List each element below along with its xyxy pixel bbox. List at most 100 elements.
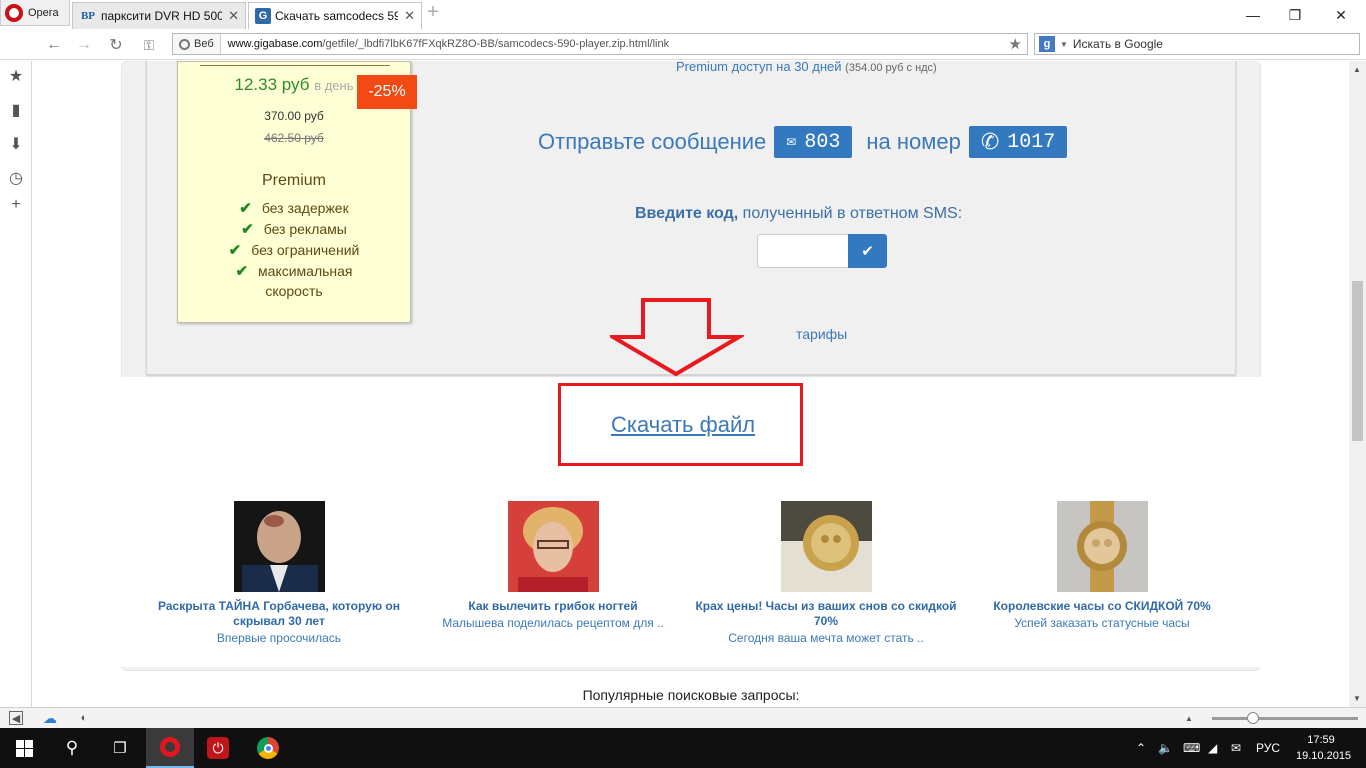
enter-code-label: Введите код, полученный в ответном SMS: (635, 205, 962, 223)
ad-item[interactable]: Раскрыта ТАЙНА Горбачева, которую он скр… (144, 501, 414, 646)
notes-icon[interactable]: ▮ (7, 101, 25, 119)
turbo-gauge-icon[interactable]: ◐ (77, 711, 91, 725)
url-host: www.gigabase.com (227, 38, 323, 50)
page-viewport: 12.33 руб в день 370.00 руб 462.50 руб P… (33, 61, 1349, 707)
scroll-up-icon[interactable]: ▲ (1353, 65, 1361, 74)
chrome-icon (257, 737, 279, 759)
short-number: 1017 (1007, 130, 1056, 154)
ad-subtitle[interactable]: Впервые просочилась (144, 631, 414, 646)
opera-taskbar-button[interactable] (146, 728, 194, 768)
ad-title[interactable]: Как вылечить грибок ногтей (418, 599, 688, 614)
key-icon[interactable]: ⚿ (138, 34, 160, 56)
opera-menu-label: Opera (28, 6, 59, 19)
chrome-taskbar-button[interactable] (244, 728, 292, 768)
ad-photo-watch[interactable] (780, 501, 872, 592)
download-file-link[interactable]: Скачать файл (611, 412, 755, 438)
close-window-button[interactable]: ✕ (1318, 0, 1364, 30)
minimize-button[interactable]: — (1230, 0, 1276, 30)
scrollbar-thumb[interactable] (1352, 281, 1363, 441)
check-icon: ✔ (239, 200, 252, 217)
ad-subtitle[interactable]: Сегодня ваша мечта может стать .. (691, 631, 961, 646)
discount-badge: -25% (357, 75, 417, 109)
keyboard-icon[interactable]: ⌨ (1183, 728, 1200, 768)
search-field[interactable]: g ▼ Искать в Google (1034, 33, 1360, 55)
zoom-toggle-icon[interactable]: ▲ (1182, 711, 1196, 725)
forward-arrow-icon[interactable]: → (73, 34, 95, 56)
add-icon[interactable]: + (7, 196, 25, 214)
windows-taskbar: ⚲ ❐ ⏻ ⌃ 🔈 ⌨ ◢ ✉ РУС 17:59 19.10.2015 (0, 728, 1366, 768)
tab-samcodecs[interactable]: G Скачать samcodecs 59... ✕ (248, 2, 422, 29)
opera-menu-button[interactable]: Opera (0, 0, 70, 26)
plan-old-price: 462.50 руб (264, 131, 324, 145)
feature-item: ✔ без ограничений (178, 241, 410, 259)
popular-searches-heading: Популярные поисковые запросы: (582, 687, 800, 703)
tab-title: Скачать samcodecs 59... (275, 9, 399, 23)
address-field[interactable]: Веб www.gigabase.com/getfile/_lbdfi7lbK6… (172, 33, 1028, 55)
page-scrollbar[interactable]: ▲ ▼ (1349, 61, 1366, 707)
ad-item[interactable]: Крах цены! Часы из ваших снов со скидкой… (691, 501, 961, 646)
globe-icon (179, 38, 190, 50)
ad-photo-portrait[interactable] (233, 501, 325, 592)
ad-photo-watch[interactable] (1056, 501, 1148, 592)
feature-item: ✔ без задержек (178, 199, 410, 217)
network-icon[interactable]: ◢ (1208, 728, 1217, 768)
volume-icon[interactable]: 🔈 (1158, 728, 1173, 768)
feature-item-continued: скорость (178, 283, 410, 299)
submit-code-button[interactable]: ✔ (848, 234, 887, 268)
message-code: 803 (804, 130, 841, 154)
ad-item[interactable]: Как вылечить грибок ногтей Малышева поде… (418, 501, 688, 631)
tab-parkcity[interactable]: BP парксити DVR HD 500 |... ✕ (72, 2, 246, 29)
ad-title[interactable]: Раскрыта ТАЙНА Горбачева, которую он скр… (144, 599, 414, 629)
plan-price-value: 12.33 руб (234, 75, 310, 94)
power-app-button[interactable]: ⏻ (194, 728, 242, 768)
windows-start-button[interactable] (0, 728, 48, 768)
tariffs-link[interactable]: тарифы (796, 326, 847, 342)
site-info-button[interactable]: Веб (173, 34, 221, 54)
ad-title[interactable]: Королевские часы со СКИДКОЙ 70% (967, 599, 1237, 614)
zoom-slider-handle[interactable] (1247, 712, 1259, 724)
ad-title[interactable]: Крах цены! Часы из ваших снов со скидкой… (691, 599, 961, 629)
send-message-text: Отправьте сообщение (538, 129, 767, 154)
ad-photo-portrait[interactable] (507, 501, 599, 592)
clock-time: 17:59 (1307, 734, 1335, 746)
ad-item[interactable]: Королевские часы со СКИДКОЙ 70% Успей за… (967, 501, 1237, 631)
scroll-down-icon[interactable]: ▼ (1353, 694, 1361, 703)
site-info-label: Веб (194, 38, 214, 50)
bp-favicon-icon: BP (80, 10, 96, 22)
tab-close-icon[interactable]: ✕ (228, 8, 239, 24)
task-view-icon[interactable]: ❐ (96, 728, 144, 768)
ad-subtitle[interactable]: Малышева поделилась рецептом для .. (418, 616, 688, 631)
premium-access-text: Premium доступ на 30 дней (676, 61, 842, 74)
ad-subtitle[interactable]: Успей заказать статусные часы (967, 616, 1237, 631)
history-clock-icon[interactable]: ◷ (7, 169, 25, 187)
feature-label: без задержек (261, 200, 349, 216)
notification-icon[interactable]: ✉ (1231, 728, 1241, 768)
feature-item: ✔ максимальная (178, 262, 410, 280)
tray-chevron-icon[interactable]: ⌃ (1136, 728, 1146, 768)
sms-code-input[interactable] (757, 234, 849, 268)
chevron-down-icon[interactable]: ▼ (1060, 40, 1068, 49)
cloud-sync-icon[interactable]: ☁ (43, 710, 57, 726)
url-path: /getfile/_lbdfi7lbK67fFXqkRZ8O-BB/samcod… (322, 38, 670, 50)
tab-title: парксити DVR HD 500 |... (101, 9, 223, 23)
new-tab-icon[interactable]: + (424, 2, 442, 22)
taskbar-clock[interactable]: 17:59 19.10.2015 (1296, 732, 1351, 764)
zoom-slider-track[interactable] (1212, 717, 1358, 720)
plan-total: 370.00 руб (264, 109, 324, 123)
envelope-icon: ✉ (786, 135, 797, 149)
premium-access-line: Premium доступ на 30 дней (354.00 руб с … (676, 61, 937, 74)
reload-icon[interactable]: ↻ (105, 34, 127, 56)
tab-close-icon[interactable]: ✕ (404, 8, 415, 24)
maximize-button[interactable]: ❐ (1272, 0, 1318, 30)
bookmark-star-icon[interactable]: ★ (1009, 35, 1022, 53)
language-indicator[interactable]: РУС (1256, 728, 1280, 768)
star-icon[interactable]: ★ (7, 67, 25, 85)
browser-sidebar: ★ ▮ ⬇ ◷ + (0, 61, 32, 707)
enter-code-bold: Введите код, (635, 205, 739, 222)
downloads-icon[interactable]: ⬇ (7, 135, 25, 153)
panel-toggle-icon[interactable]: ◀ (9, 711, 23, 725)
back-arrow-icon[interactable]: ← (43, 34, 65, 56)
card-divider (200, 65, 390, 66)
navigation-bar: ← → ↻ ⚿ Веб www.gigabase.com/getfile/_lb… (0, 30, 1366, 60)
search-icon[interactable]: ⚲ (48, 728, 96, 768)
